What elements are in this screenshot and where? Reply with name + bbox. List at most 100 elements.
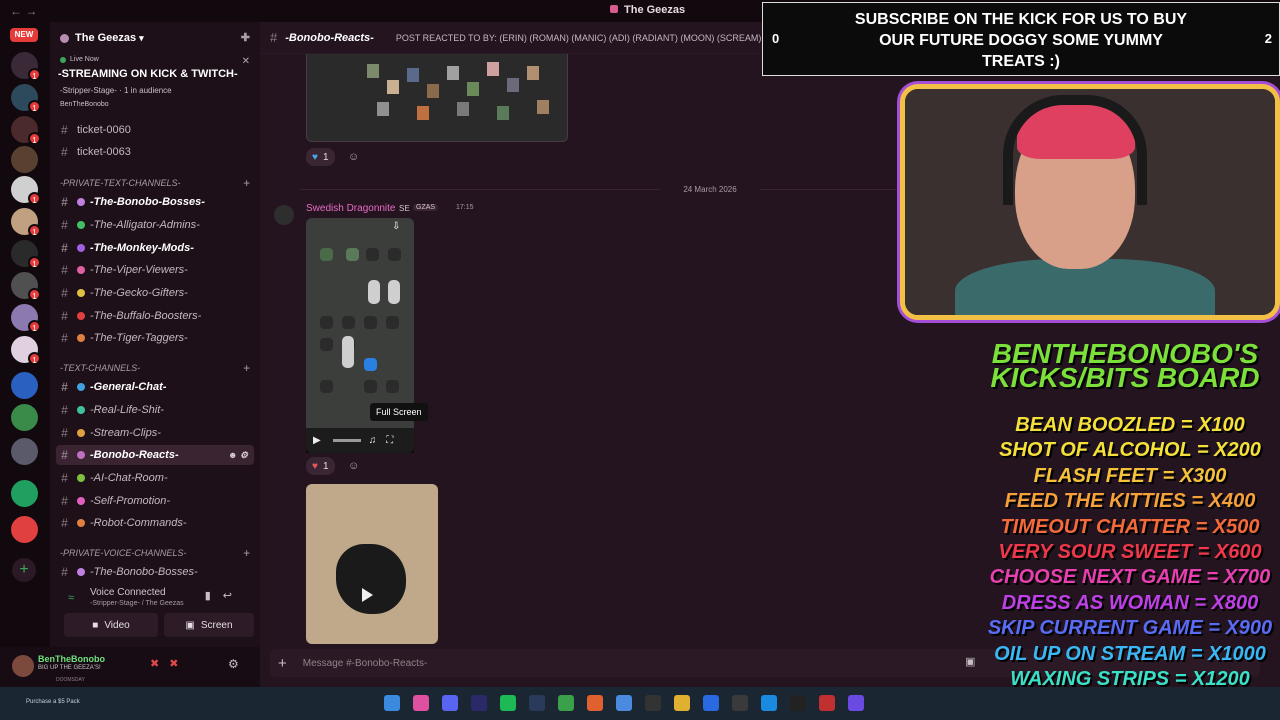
category-private-voice[interactable]: -PRIVATE-VOICE-CHANNELS- + — [60, 545, 254, 561]
channel-self-promotion[interactable]: # -Self-Promotion- — [56, 491, 254, 511]
add-member-icon[interactable]: ✚ — [241, 31, 250, 44]
mention-badge: 1 — [28, 68, 41, 81]
server-icon[interactable]: 1 — [11, 240, 41, 269]
app-icon[interactable] — [587, 695, 603, 711]
add-reaction-icon[interactable]: ☺ — [348, 460, 359, 472]
server-icon[interactable]: 1 — [11, 208, 41, 237]
channel-ticket-0060[interactable]: # ticket-0060 — [56, 120, 254, 140]
channel-general-chat[interactable]: # -General-Chat- — [56, 377, 254, 397]
discord-icon[interactable] — [442, 695, 458, 711]
app-icon[interactable] — [732, 695, 748, 711]
progress-bar[interactable] — [332, 439, 361, 442]
mute-deafen-icon[interactable]: ✖✖ — [150, 657, 188, 670]
download-icon[interactable]: ⇩ — [392, 221, 400, 232]
taskbar: Purchase a $5 Pack — [0, 687, 1280, 720]
disconnect-icon[interactable]: ▮↩ — [205, 589, 244, 602]
channel-voice-bonobo-bosses[interactable]: # -The-Bonobo-Bosses- — [56, 562, 254, 582]
app-icon[interactable] — [558, 695, 574, 711]
play-icon[interactable] — [362, 588, 373, 602]
server-icon[interactable] — [11, 438, 38, 465]
server-icon[interactable] — [11, 146, 38, 173]
add-reaction-icon[interactable]: ☺ — [348, 151, 359, 163]
app-icon[interactable] — [790, 695, 806, 711]
server-icon[interactable] — [11, 516, 38, 543]
avatar[interactable] — [274, 205, 294, 225]
channel-gecko-gifters[interactable]: # -The-Gecko-Gifters- — [56, 283, 254, 303]
server-icon[interactable]: 1 — [11, 304, 41, 333]
category-private-text[interactable]: -PRIVATE-TEXT-CHANNELS- + — [60, 175, 254, 191]
reaction-heart[interactable]: ♥ 1 — [306, 148, 335, 166]
steam-icon[interactable] — [529, 695, 545, 711]
app-icon[interactable] — [703, 695, 719, 711]
app-icon[interactable] — [645, 695, 661, 711]
category-text[interactable]: -TEXT-CHANNELS- + — [60, 360, 254, 376]
board-item: TIMEOUT CHATTER = X500 — [1000, 515, 1260, 538]
settings-icon: ☻ ⚙ — [227, 449, 248, 460]
server-header[interactable]: The Geezas ▾ ✚ — [50, 22, 260, 54]
channel-tiger-taggers[interactable]: # -The-Tiger-Taggers- — [56, 328, 254, 348]
channel-stream-clips[interactable]: # -Stream-Clips- — [56, 423, 254, 443]
message-author[interactable]: Swedish Dragonnite — [306, 203, 396, 214]
live-now-card[interactable]: Live Now ✕ -STREAMING ON KICK & TWITCH- … — [54, 56, 256, 122]
guild-tag[interactable]: GZAS — [413, 204, 439, 211]
channel-ai-chat-room[interactable]: # -AI-Chat-Room- — [56, 468, 254, 488]
channel-buffalo-boosters[interactable]: # -The-Buffalo-Boosters- — [56, 306, 254, 326]
start-icon[interactable] — [384, 695, 400, 711]
board-item: CHOOSE NEXT GAME = X700 — [989, 566, 1271, 589]
taskbar-notification[interactable]: Purchase a $5 Pack — [26, 699, 80, 705]
channel-alligator-admins[interactable]: # -The-Alligator-Admins- — [56, 215, 254, 235]
mention-badge: 1 — [28, 256, 41, 269]
channel-hash-icon: # — [270, 30, 278, 45]
server-icon[interactable]: 1 — [11, 52, 41, 81]
mention-badge: 1 — [28, 320, 41, 333]
edge-icon[interactable] — [761, 695, 777, 711]
avatar[interactable] — [12, 655, 34, 677]
server-icon[interactable] — [11, 372, 38, 399]
user-name[interactable]: BenTheBonobo — [38, 654, 105, 664]
channel-viper-viewers[interactable]: # -The-Viper-Viewers- — [56, 260, 254, 280]
spotify-icon[interactable] — [500, 695, 516, 711]
channel-bonobo-bosses[interactable]: # -The-Bonobo-Bosses- — [56, 192, 254, 212]
board-item: OIL UP ON STREAM = X1000 — [994, 642, 1266, 665]
add-server-icon[interactable]: + — [12, 558, 36, 582]
server-icon[interactable] — [11, 480, 38, 507]
board-item: SKIP CURRENT GAME = X900 — [987, 617, 1273, 640]
video-controls: ▶ ♫ ⛶ — [306, 428, 414, 453]
channel-real-life-shit[interactable]: # -Real-Life-Shit- — [56, 400, 254, 420]
image-attachment[interactable] — [306, 54, 568, 142]
gift-icon[interactable]: ▣ — [965, 655, 975, 668]
screen-share-button[interactable]: ▣ Screen — [164, 613, 254, 637]
banner-left-count: 0 — [772, 31, 780, 46]
video-attachment[interactable] — [306, 484, 438, 644]
voice-location[interactable]: -Stripper-Stage- / The Geezas — [90, 600, 184, 607]
channel-monkey-mods[interactable]: # -The-Monkey-Mods- — [56, 238, 254, 258]
server-icon[interactable]: 1 — [11, 176, 41, 205]
server-icon[interactable]: 1 — [11, 84, 41, 113]
server-icon[interactable]: 1 — [11, 272, 41, 301]
app-icon[interactable] — [616, 695, 632, 711]
volume-icon[interactable]: ♫ — [369, 435, 377, 446]
fullscreen-icon[interactable]: ⛶ — [386, 435, 393, 446]
app-icon[interactable] — [471, 695, 487, 711]
server-icon[interactable]: 1 — [11, 116, 41, 145]
app-icon[interactable] — [819, 695, 835, 711]
app-icon[interactable] — [848, 695, 864, 711]
board-item: FLASH FEET = X300 — [1033, 464, 1227, 487]
add-attachment-icon[interactable]: + — [278, 655, 287, 672]
channel-bonobo-reacts[interactable]: # -Bonobo-Reacts- ☻ ⚙ — [56, 445, 254, 465]
new-badge[interactable]: NEW — [10, 28, 38, 42]
message-timestamp: 17:15 — [456, 204, 474, 211]
channel-topic[interactable]: POST REACTED TO BY: (ERIN) (ROMAN) (MANI… — [396, 33, 762, 43]
reaction-heart[interactable]: ♥ 1 — [306, 457, 335, 475]
play-icon[interactable]: ▶ — [313, 435, 321, 446]
channel-ticket-0063[interactable]: # ticket-0063 — [56, 142, 254, 162]
channel-robot-commands[interactable]: # -Robot-Commands- — [56, 513, 254, 533]
close-icon[interactable]: ✕ — [242, 56, 250, 67]
server-icon[interactable]: 1 — [11, 336, 41, 365]
gear-icon[interactable]: ⚙ — [228, 657, 239, 671]
folder-icon[interactable] — [674, 695, 690, 711]
video-button[interactable]: ■ Video — [64, 613, 158, 637]
app-icon[interactable] — [413, 695, 429, 711]
server-icon[interactable] — [11, 404, 38, 431]
back-forward-icon[interactable]: ← → — [10, 4, 50, 18]
